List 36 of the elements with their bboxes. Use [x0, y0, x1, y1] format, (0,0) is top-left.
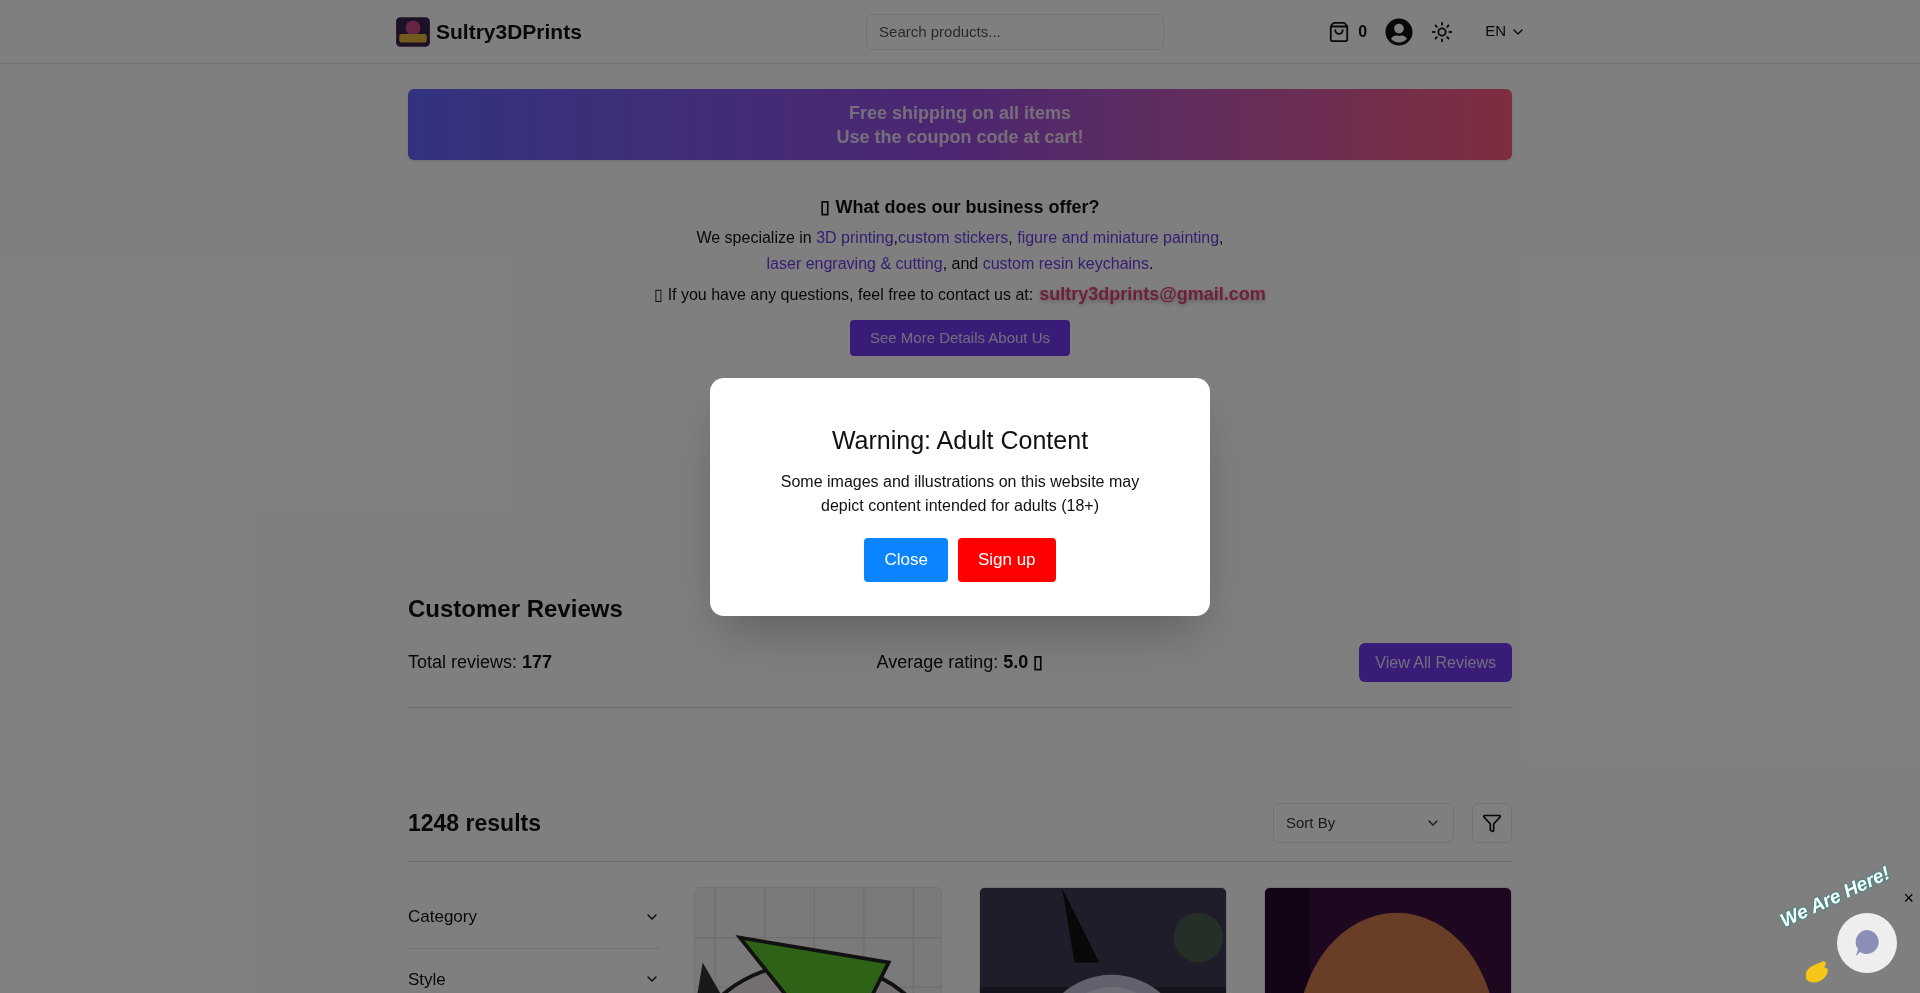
service-link[interactable]: 3D printing	[816, 229, 894, 246]
cart-count: 0	[1358, 21, 1368, 42]
service-link[interactable]: laser engraving & cutting	[766, 255, 943, 272]
chat-widget-label: We Are Here!	[1775, 860, 1894, 933]
filter-category[interactable]: Style	[408, 966, 660, 993]
service-link[interactable]: figure and miniature painting	[1017, 229, 1220, 246]
dialog-title: Warning: Adult Content	[831, 425, 1089, 456]
dialog-text: Some images and illustrations on this website may depict content intended for adults (18+)	[779, 471, 1141, 516]
service-link[interactable]: custom resin keychains	[982, 255, 1149, 272]
offer-paragraph: We specialize in 3D printing,custom stickers, figure and miniature painting, laser engraving & cutting, and custom resin keychains.	[696, 228, 1224, 274]
sort-dropdown[interactable]: Sort By	[1273, 803, 1454, 843]
filter-category[interactable]: Category	[408, 904, 660, 949]
offer-heading: ▯ What does our business offer?	[820, 196, 1100, 219]
brand-name[interactable]: Sultry3DPrints	[436, 15, 582, 48]
contact-text: ▯ If you have any questions, feel free to contact us at:	[654, 284, 1034, 305]
details-button[interactable]: See More Details About Us	[849, 320, 1071, 356]
section-title: Customer Reviews	[408, 594, 624, 624]
average-rating: Average rating: 5.0 ▯	[876, 651, 1044, 674]
search-field[interactable]: Search products...	[866, 13, 1165, 50]
email-link[interactable]: sultry3dprints@gmail.com	[1039, 281, 1266, 308]
dialog-button[interactable]: Sign up	[957, 537, 1056, 582]
theme-icon[interactable]	[1431, 20, 1454, 43]
total-reviews: Total reviews: 177	[408, 651, 554, 674]
chat-button[interactable]	[1837, 913, 1897, 973]
dialog-button[interactable]: Close	[864, 537, 948, 582]
close-widget-button[interactable]: ×	[1903, 889, 1914, 907]
service-link[interactable]: custom stickers	[898, 229, 1009, 246]
results-count: 1248 results	[408, 808, 541, 838]
view-reviews-button[interactable]: View All Reviews	[1359, 643, 1512, 682]
filter-button[interactable]	[1472, 803, 1512, 843]
filter-icon	[1482, 813, 1502, 833]
language-selector[interactable]: EN	[1485, 20, 1526, 43]
account-icon[interactable]	[1385, 17, 1414, 46]
banner-text: Use the coupon code at cart!	[836, 125, 1084, 149]
cart-icon[interactable]	[1328, 20, 1351, 43]
banner-text: Free shipping on all items	[848, 101, 1071, 125]
